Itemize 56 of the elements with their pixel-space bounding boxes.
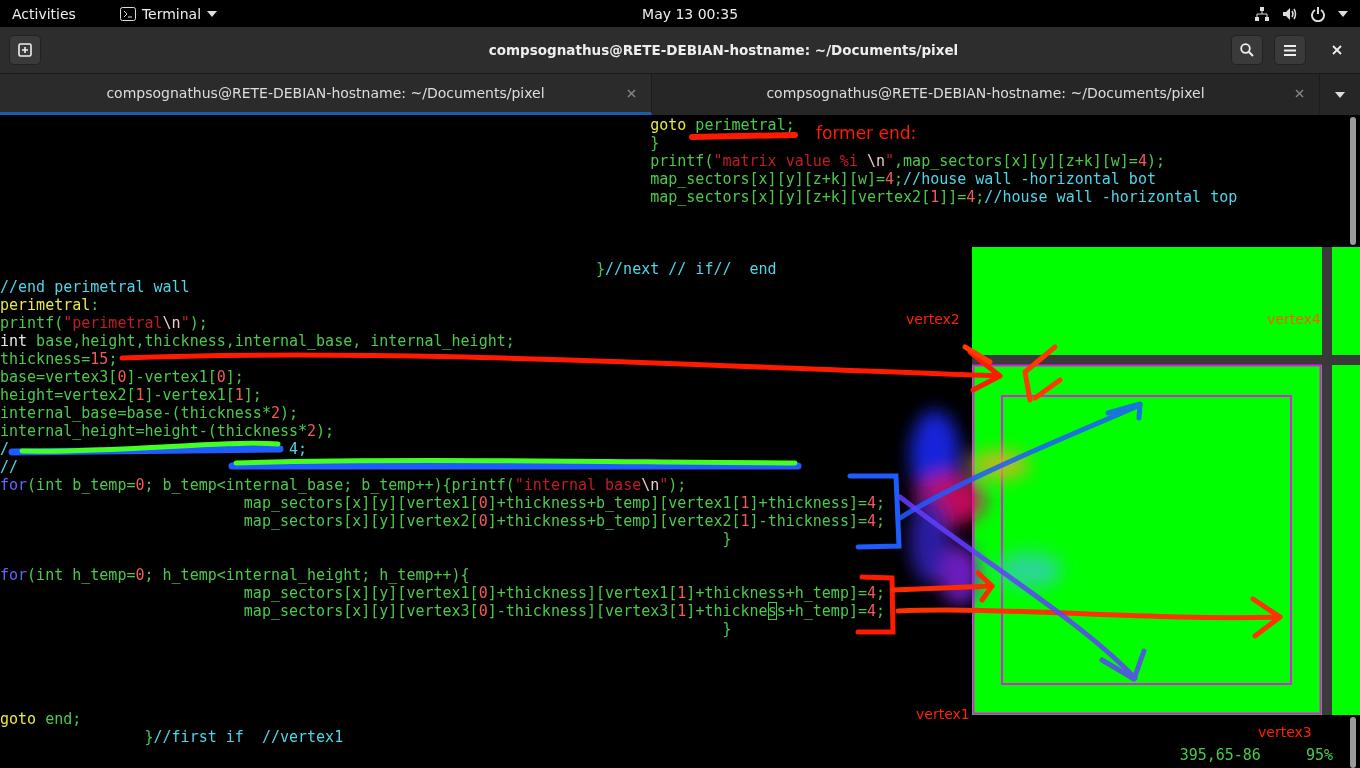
- code-line: map_sectors[x][y][vertex1[0]+thickness][vertex1[1]+thickness+h_temp]=4;: [243, 584, 886, 602]
- menu-icon: [1284, 44, 1296, 56]
- terminal-tab[interactable]: compsognathus@RETE-DEBIAN-hostname: ~/Documents/pixel: [0, 74, 652, 115]
- code-line: map_sectors[x][y][vertex1[0]+thickness+b_temp][vertex1[1]+thickness]=4;: [243, 494, 886, 512]
- vertex-label: vertex2: [906, 311, 960, 327]
- vertex-label: vertex3: [1258, 724, 1312, 740]
- code-line: for(int h_temp=0; h_temp<internal_height; h_temp++){: [0, 566, 470, 584]
- code-line: internal_height=height-(thickness*2);: [0, 422, 335, 440]
- vertex-label: vertex1: [916, 706, 970, 722]
- clock[interactable]: May 13 00:35: [642, 5, 739, 22]
- activities-button[interactable]: Activities: [12, 5, 76, 22]
- cursor-position: 395,65-86: [1179, 746, 1261, 764]
- search-icon: [1240, 43, 1254, 57]
- code-line: internal_base=base-(thickness*2);: [0, 404, 299, 422]
- search-button[interactable]: [1231, 35, 1263, 65]
- code-line: //: [0, 458, 19, 476]
- power-icon[interactable]: [1310, 5, 1326, 22]
- new-tab-icon: [18, 43, 32, 57]
- code-line: for(int b_temp=0; b_temp<internal_base; b_temp++){printf("internal base\n");: [0, 476, 687, 494]
- code-line: }: [722, 620, 732, 638]
- app-menu[interactable]: Terminal: [119, 5, 218, 22]
- network-icon[interactable]: [1254, 5, 1270, 22]
- code-line: map_sectors[x][y][vertex3[0]-thickness][vertex3[1]+thickness+h_temp]=4;: [243, 602, 886, 620]
- menu-button[interactable]: [1274, 35, 1306, 65]
- caret-icon: [207, 10, 218, 17]
- code-line: }: [650, 134, 660, 152]
- code-line: / 4;: [0, 440, 308, 458]
- code-line: thickness=15;: [0, 350, 118, 368]
- code-line: printf("perimetral\n");: [0, 314, 208, 332]
- annotation-note: former end:: [816, 123, 917, 143]
- vertex-label: vertex4: [1267, 311, 1321, 327]
- code-line: base=vertex3[0]-vertex1[0];: [0, 368, 244, 386]
- code-line: int base,height,thickness,internal_base, internal_height;: [0, 332, 515, 350]
- close-icon: [1332, 45, 1342, 55]
- code-line: perimetral:: [0, 296, 100, 314]
- code-line: goto perimetral;: [650, 116, 795, 134]
- code-line: printf("matrix value %i \n",map_sectors[x][y][z+k][w]=4);: [650, 152, 1165, 170]
- code-line: }//next // if// end: [596, 260, 777, 278]
- code-line: map_sectors[x][y][z+k][vertex2[1]]=4;//house wall -horizontal top: [650, 188, 1238, 206]
- close-icon[interactable]: [627, 89, 636, 98]
- scroll-percent: 95%: [1305, 746, 1333, 764]
- code-line: goto end;: [0, 710, 82, 728]
- code-line: map_sectors[x][y][z+k][w]=4;//house wall -horizontal bot: [650, 170, 1156, 188]
- scrollbar-segment[interactable]: [1350, 117, 1356, 245]
- code-line: map_sectors[x][y][vertex2[0]+thickness+b_temp][vertex2[1]-thickness]=4;: [243, 512, 886, 530]
- code-line: height=vertex2[1]-vertex1[1];: [0, 386, 262, 404]
- code-line: //end perimetral wall: [0, 278, 190, 296]
- caret-icon[interactable]: [1335, 91, 1345, 98]
- new-tab-button[interactable]: [9, 35, 41, 65]
- window-title: compsognathus@RETE-DEBIAN-hostname: ~/Documents/pixel: [487, 42, 960, 58]
- terminal-icon: [119, 6, 136, 21]
- scrollbar-segment[interactable]: [1350, 717, 1356, 768]
- code-line: }//first if //vertex1: [144, 728, 344, 746]
- code-line: }: [722, 530, 732, 548]
- caret-icon[interactable]: [1338, 10, 1348, 17]
- close-icon[interactable]: [1295, 89, 1304, 98]
